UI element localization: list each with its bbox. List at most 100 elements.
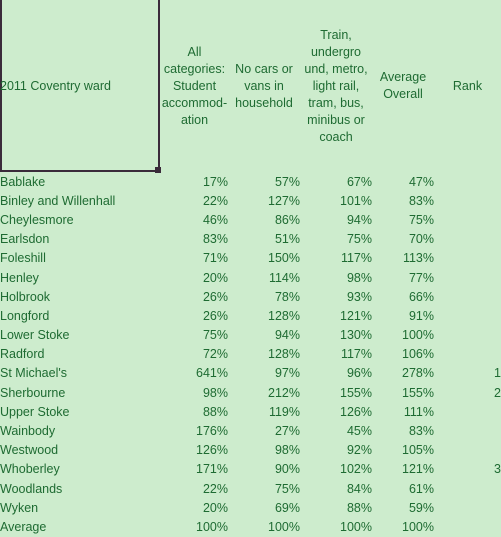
cell-rank[interactable]	[434, 479, 501, 498]
cell-average-overall[interactable]: 83%	[372, 191, 434, 210]
cell-public-transport[interactable]: 92%	[300, 441, 372, 460]
cell-student-accommodation[interactable]: 83%	[161, 230, 228, 249]
cell-public-transport[interactable]: 98%	[300, 268, 372, 287]
header-cell-average-overall[interactable]: Average Overall	[372, 0, 434, 172]
cell-ward-name[interactable]: St Michael's	[0, 364, 161, 383]
cell-public-transport[interactable]: 155%	[300, 383, 372, 402]
cell-no-cars-or-vans[interactable]: 150%	[228, 249, 300, 268]
cell-student-accommodation[interactable]: 641%	[161, 364, 228, 383]
cell-average-overall[interactable]: 66%	[372, 287, 434, 306]
table-row[interactable]: Westwood 126% 98% 92% 105%	[0, 441, 501, 460]
cell-ward-name[interactable]: Binley and Willenhall	[0, 191, 161, 210]
cell-ward-name[interactable]: Cheylesmore	[0, 210, 161, 229]
cell-average-overall[interactable]: 113%	[372, 249, 434, 268]
cell-public-transport[interactable]: 130%	[300, 326, 372, 345]
table-row[interactable]: Henley 20% 114% 98% 77%	[0, 268, 501, 287]
cell-no-cars-or-vans[interactable]: 75%	[228, 479, 300, 498]
cell-average-overall[interactable]: 278%	[372, 364, 434, 383]
cell-rank[interactable]	[434, 517, 501, 536]
cell-student-accommodation[interactable]: 176%	[161, 421, 228, 440]
cell-rank[interactable]	[434, 326, 501, 345]
cell-public-transport[interactable]: 126%	[300, 402, 372, 421]
cell-rank[interactable]	[434, 498, 501, 517]
cell-public-transport[interactable]: 94%	[300, 210, 372, 229]
cell-ward-name[interactable]: Radford	[0, 345, 161, 364]
table-row[interactable]: Average 100% 100% 100% 100%	[0, 517, 501, 536]
cell-average-overall[interactable]: 121%	[372, 460, 434, 479]
cell-rank[interactable]	[434, 230, 501, 249]
header-cell-public-transport[interactable]: Train, undergro und, metro, light rail, …	[300, 0, 372, 172]
cell-rank[interactable]	[434, 249, 501, 268]
cell-public-transport[interactable]: 121%	[300, 306, 372, 325]
cell-no-cars-or-vans[interactable]: 128%	[228, 306, 300, 325]
cell-student-accommodation[interactable]: 100%	[161, 517, 228, 536]
table-row[interactable]: Lower Stoke 75% 94% 130% 100%	[0, 326, 501, 345]
cell-ward-name[interactable]: Woodlands	[0, 479, 161, 498]
cell-no-cars-or-vans[interactable]: 212%	[228, 383, 300, 402]
header-cell-student-accommodation[interactable]: All categories: Student accommod- ation	[161, 0, 228, 172]
table-row[interactable]: Foleshill 71% 150% 117% 113%	[0, 249, 501, 268]
cell-student-accommodation[interactable]: 22%	[161, 191, 228, 210]
cell-public-transport[interactable]: 45%	[300, 421, 372, 440]
cell-no-cars-or-vans[interactable]: 100%	[228, 517, 300, 536]
cell-no-cars-or-vans[interactable]: 98%	[228, 441, 300, 460]
cell-ward-name[interactable]: Upper Stoke	[0, 402, 161, 421]
cell-average-overall[interactable]: 100%	[372, 326, 434, 345]
cell-ward-name[interactable]: Earlsdon	[0, 230, 161, 249]
cell-ward-name[interactable]: Average	[0, 517, 161, 536]
cell-average-overall[interactable]: 91%	[372, 306, 434, 325]
cell-average-overall[interactable]: 100%	[372, 517, 434, 536]
table-row[interactable]: Earlsdon 83% 51% 75% 70%	[0, 230, 501, 249]
cell-student-accommodation[interactable]: 171%	[161, 460, 228, 479]
cell-average-overall[interactable]: 105%	[372, 441, 434, 460]
cell-no-cars-or-vans[interactable]: 86%	[228, 210, 300, 229]
cell-ward-name[interactable]: Bablake	[0, 172, 161, 191]
cell-public-transport[interactable]: 100%	[300, 517, 372, 536]
cell-public-transport[interactable]: 88%	[300, 498, 372, 517]
cell-average-overall[interactable]: 106%	[372, 345, 434, 364]
cell-no-cars-or-vans[interactable]: 78%	[228, 287, 300, 306]
cell-ward-name[interactable]: Wainbody	[0, 421, 161, 440]
cell-no-cars-or-vans[interactable]: 57%	[228, 172, 300, 191]
cell-student-accommodation[interactable]: 75%	[161, 326, 228, 345]
cell-public-transport[interactable]: 93%	[300, 287, 372, 306]
cell-no-cars-or-vans[interactable]: 90%	[228, 460, 300, 479]
cell-no-cars-or-vans[interactable]: 69%	[228, 498, 300, 517]
cell-average-overall[interactable]: 61%	[372, 479, 434, 498]
cell-public-transport[interactable]: 96%	[300, 364, 372, 383]
cell-ward-name[interactable]: Henley	[0, 268, 161, 287]
cell-ward-name[interactable]: Longford	[0, 306, 161, 325]
cell-rank[interactable]	[434, 306, 501, 325]
table-row[interactable]: Wyken 20% 69% 88% 59%	[0, 498, 501, 517]
cell-average-overall[interactable]: 75%	[372, 210, 434, 229]
cell-no-cars-or-vans[interactable]: 97%	[228, 364, 300, 383]
cell-no-cars-or-vans[interactable]: 114%	[228, 268, 300, 287]
cell-no-cars-or-vans[interactable]: 27%	[228, 421, 300, 440]
cell-ward-name[interactable]: Holbrook	[0, 287, 161, 306]
cell-public-transport[interactable]: 102%	[300, 460, 372, 479]
cell-rank[interactable]: 2	[434, 383, 501, 402]
cell-rank[interactable]	[434, 210, 501, 229]
table-row[interactable]: Bablake 17% 57% 67% 47%	[0, 172, 501, 191]
cell-ward-name[interactable]: Lower Stoke	[0, 326, 161, 345]
cell-no-cars-or-vans[interactable]: 94%	[228, 326, 300, 345]
table-row[interactable]: Wainbody 176% 27% 45% 83%	[0, 421, 501, 440]
cell-average-overall[interactable]: 70%	[372, 230, 434, 249]
header-cell-rank[interactable]: Rank	[434, 0, 501, 172]
table-row[interactable]: Woodlands 22% 75% 84% 61%	[0, 479, 501, 498]
cell-average-overall[interactable]: 77%	[372, 268, 434, 287]
cell-average-overall[interactable]: 83%	[372, 421, 434, 440]
table-row[interactable]: Longford 26% 128% 121% 91%	[0, 306, 501, 325]
cell-rank[interactable]	[434, 402, 501, 421]
cell-ward-name[interactable]: Whoberley	[0, 460, 161, 479]
cell-ward-name[interactable]: Westwood	[0, 441, 161, 460]
cell-average-overall[interactable]: 155%	[372, 383, 434, 402]
cell-student-accommodation[interactable]: 20%	[161, 268, 228, 287]
cell-ward-name[interactable]: Sherbourne	[0, 383, 161, 402]
table-row[interactable]: Whoberley 171% 90% 102% 121% 3	[0, 460, 501, 479]
cell-no-cars-or-vans[interactable]: 128%	[228, 345, 300, 364]
table-row[interactable]: St Michael's 641% 97% 96% 278% 1	[0, 364, 501, 383]
cell-rank[interactable]: 1	[434, 364, 501, 383]
cell-student-accommodation[interactable]: 71%	[161, 249, 228, 268]
cell-rank[interactable]	[434, 441, 501, 460]
